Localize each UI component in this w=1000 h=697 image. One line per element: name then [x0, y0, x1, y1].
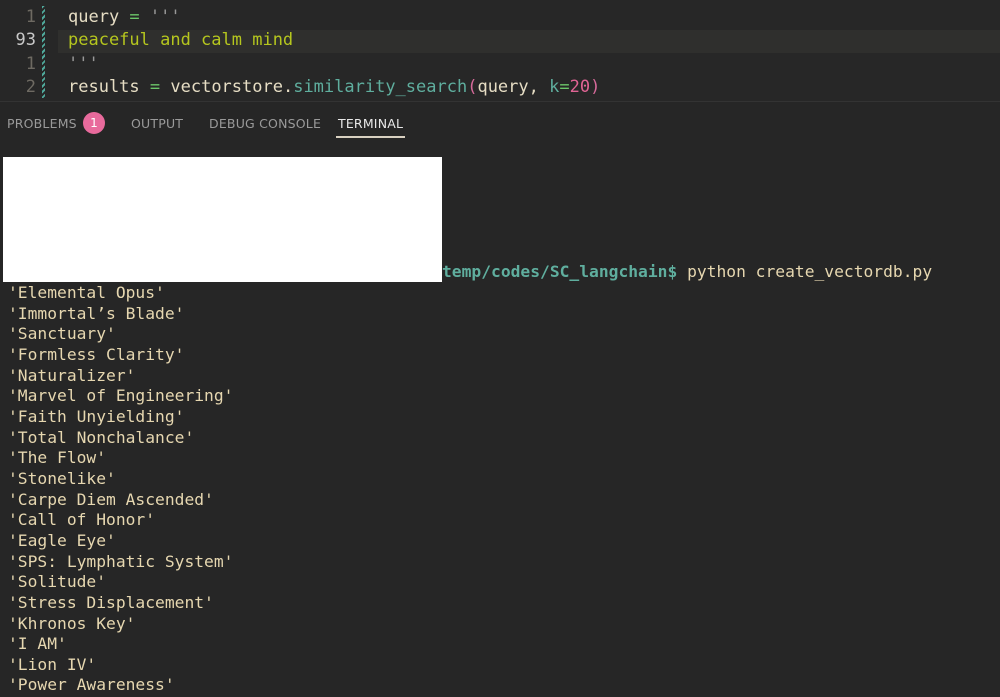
command: python create_vectordb.py [677, 262, 933, 281]
output-line: 'The Flow' [8, 448, 107, 468]
git-change-indicator [42, 6, 45, 98]
output-line: 'Call of Honor' [8, 510, 156, 530]
tab-problems[interactable]: PROBLEMS [7, 116, 77, 131]
code-line: ''' [68, 54, 99, 74]
tab-debug-console[interactable]: DEBUG CONSOLE [209, 116, 321, 131]
output-line: 'Solitude' [8, 572, 107, 592]
code-line: peaceful and calm mind [68, 30, 294, 50]
line-number: 1 [25, 7, 36, 27]
output-line: 'I AM' [8, 634, 67, 654]
code-editor[interactable]: 1 93 1 2 query = ''' peaceful and calm m… [0, 0, 1000, 102]
line-number: 1 [25, 54, 36, 74]
output-line: 'Formless Clarity' [8, 344, 185, 364]
terminal-output: 'Elemental Opus' 'Immortal’s Blade' 'Sanct… [8, 283, 233, 696]
output-line: 'Stonelike' [8, 468, 116, 488]
output-line: 'Lion IV' [8, 654, 97, 674]
redacted-region [3, 157, 442, 282]
prompt-path: temp/codes/SC_langchain$ [442, 262, 678, 281]
output-line: 'Carpe Diem Ascended' [8, 489, 214, 509]
output-line: 'Stress Displacement' [8, 592, 214, 612]
line-number: 2 [25, 77, 36, 97]
output-line: 'Elemental Opus' [8, 283, 165, 302]
tab-output[interactable]: OUTPUT [131, 116, 183, 131]
output-line: 'Faith Unyielding' [8, 406, 185, 426]
problems-count-badge: 1 [83, 112, 105, 134]
code-line: query = ''' [68, 7, 181, 27]
output-line: 'Power Awareness' [8, 675, 175, 695]
panel-tabs: PROBLEMS OUTPUT DEBUG CONSOLE TERMINAL [0, 102, 1000, 142]
output-line: 'Immortal’s Blade' [8, 303, 185, 323]
output-line: 'Sanctuary' [8, 324, 116, 344]
output-line: 'Marvel of Engineering' [8, 386, 234, 406]
code-line: results = vectorstore.similarity_search(… [68, 77, 601, 97]
terminal-prompt: temp/codes/SC_langchain$ python create_v… [442, 262, 932, 281]
tab-terminal[interactable]: TERMINAL [335, 116, 406, 138]
output-line: 'Khronos Key' [8, 613, 136, 633]
output-line: 'Naturalizer' [8, 365, 136, 385]
line-number: 93 [15, 30, 36, 50]
output-line: 'Total Nonchalance' [8, 427, 195, 447]
output-line: 'SPS: Lymphatic System' [8, 551, 234, 571]
output-line: 'Eagle Eye' [8, 530, 116, 550]
